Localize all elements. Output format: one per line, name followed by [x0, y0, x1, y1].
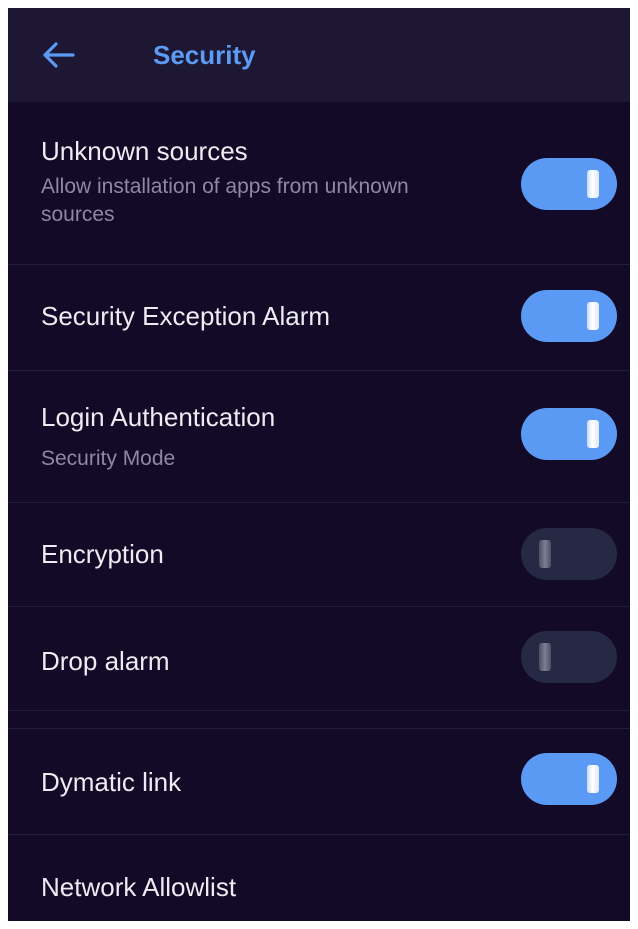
toggle-knob — [587, 765, 599, 793]
arrow-left-icon — [43, 42, 75, 68]
login-authentication-toggle[interactable] — [521, 408, 617, 460]
setting-title: Login Authentication — [41, 402, 276, 432]
toggle-knob — [587, 302, 599, 330]
setting-row-unknown-sources[interactable]: Unknown sources Allow installation of ap… — [8, 102, 630, 265]
setting-row-encryption[interactable]: Encryption — [8, 503, 630, 607]
setting-title: Drop alarm — [41, 646, 170, 676]
setting-title: Network Allowlist — [41, 872, 237, 902]
toggle-knob — [587, 420, 599, 448]
setting-row-network-allowlist[interactable]: Network Allowlist — [8, 835, 630, 921]
toggle-knob — [539, 643, 551, 671]
setting-title: Security Exception Alarm — [41, 301, 331, 331]
setting-title: Encryption — [41, 539, 164, 569]
setting-row-drop-alarm[interactable]: Drop alarm — [8, 607, 630, 711]
encryption-toggle[interactable] — [521, 528, 617, 580]
security-exception-alarm-toggle[interactable] — [521, 290, 617, 342]
back-button[interactable] — [38, 36, 78, 74]
app-bar: Security — [8, 8, 630, 102]
dymatic-link-toggle[interactable] — [521, 753, 617, 805]
setting-row-security-exception-alarm[interactable]: Security Exception Alarm — [8, 265, 630, 371]
setting-subtitle: Security Mode — [41, 447, 176, 470]
setting-row-login-authentication[interactable]: Login Authentication Security Mode — [8, 371, 630, 503]
unknown-sources-toggle[interactable] — [521, 158, 617, 210]
toggle-knob — [587, 170, 599, 198]
toggle-knob — [539, 540, 551, 568]
security-settings-screen: Security Unknown sources Allow installat… — [8, 8, 630, 921]
setting-row-dymatic-link[interactable]: Dymatic link — [8, 729, 630, 835]
setting-title: Dymatic link — [41, 767, 182, 797]
drop-alarm-toggle[interactable] — [521, 631, 617, 683]
page-title: Security — [153, 40, 256, 70]
setting-title: Unknown sources — [41, 136, 248, 166]
setting-subtitle: Allow installation of apps from unknown … — [41, 175, 409, 226]
